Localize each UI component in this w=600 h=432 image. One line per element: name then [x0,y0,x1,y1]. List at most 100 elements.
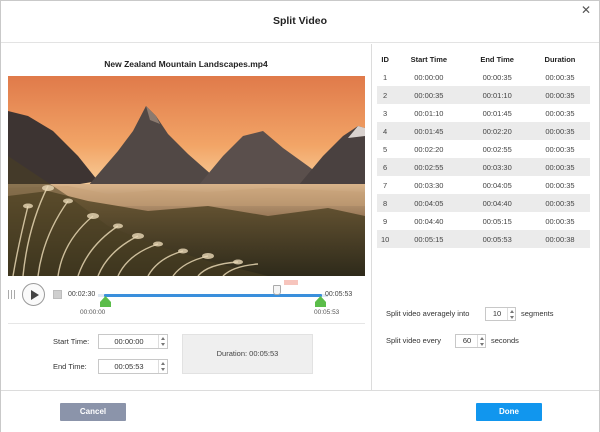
chevron-up-icon[interactable] [161,337,165,340]
end-time-value: 00:05:53 [114,362,144,371]
table-row[interactable]: 9 00:04:40 00:05:15 00:00:35 [377,212,590,230]
segment-end: 00:01:10 [464,86,530,104]
end-time-stepper[interactable] [158,360,167,373]
chevron-down-icon[interactable] [509,315,514,319]
split-every-label: Split video every [386,336,442,345]
cancel-button[interactable]: Cancel [60,403,126,421]
selected-range[interactable] [104,294,322,297]
segments-table: ID Start Time End Time Duration 1 00:00:0… [377,51,590,248]
start-time-value: 00:00:00 [114,337,144,346]
segments-count-input[interactable]: 10 [485,307,516,321]
segment-id: 2 [377,86,394,104]
total-time: 00:05:53 [325,291,353,298]
table-row[interactable]: 2 00:00:35 00:01:10 00:00:35 [377,86,590,104]
segment-start: 00:04:40 [393,212,465,230]
segment-end: 00:04:40 [464,194,530,212]
segment-id: 4 [377,122,394,140]
play-icon [31,289,39,300]
drag-grip-icon [8,290,17,299]
col-id-header: ID [381,55,389,64]
segment-start: 00:00:35 [393,86,465,104]
title-bar: Split Video ✕ [1,1,599,43]
segment-duration: 00:00:35 [529,122,590,140]
segment-duration: 00:00:35 [529,194,590,212]
close-icon[interactable]: ✕ [579,3,593,17]
stop-button[interactable] [53,290,62,299]
end-time-input[interactable]: 00:05:53 [98,359,168,374]
segment-end: 00:00:35 [464,68,530,86]
split-average-label: Split video averagely into [386,309,470,318]
segment-start: 00:03:30 [393,176,465,194]
chevron-up-icon[interactable] [479,336,484,340]
table-row[interactable]: 3 00:01:10 00:01:45 00:00:35 [377,104,590,122]
chevron-down-icon[interactable] [479,342,484,346]
segment-start: 00:01:45 [393,122,465,140]
play-button[interactable] [22,283,45,306]
start-time-input[interactable]: 00:00:00 [98,334,168,349]
range-end-label: 00:05:53 [314,309,340,316]
segment-id: 6 [377,158,394,176]
segment-duration: 00:00:35 [529,68,590,86]
segment-end: 00:05:53 [464,230,530,248]
col-end-header: End Time [480,55,514,64]
segment-duration: 00:00:35 [529,158,590,176]
chevron-up-icon[interactable] [509,309,514,313]
segment-id: 5 [377,140,394,158]
table-row[interactable]: 7 00:03:30 00:04:05 00:00:35 [377,176,590,194]
segment-start: 00:02:20 [393,140,465,158]
segment-duration: 00:00:35 [529,104,590,122]
table-row[interactable]: 4 00:01:45 00:02:20 00:00:35 [377,122,590,140]
seconds-stepper[interactable] [477,335,485,347]
segments-count-value: 10 [492,309,502,318]
table-row[interactable]: 1 00:00:00 00:00:35 00:00:35 [377,68,590,86]
table-row[interactable]: 5 00:02:20 00:02:55 00:00:35 [377,140,590,158]
video-preview[interactable] [8,76,365,276]
segment-duration: 00:00:35 [529,140,590,158]
playback-controls: 00:02:30 00:05:53 00:00:00 00:05:53 [1,280,371,322]
chevron-down-icon[interactable] [161,368,165,371]
chevron-up-icon[interactable] [161,362,165,365]
duration-display: Duration: 00:05:53 [182,334,313,374]
table-row[interactable]: 8 00:04:05 00:04:40 00:00:35 [377,194,590,212]
divider [8,323,365,324]
segment-start: 00:01:10 [393,104,465,122]
range-start-handle[interactable] [100,296,111,307]
segment-start: 00:00:00 [393,68,465,86]
table-row[interactable]: 10 00:05:15 00:05:53 00:00:38 [377,230,590,248]
segment-end: 00:02:55 [464,140,530,158]
file-name: New Zealand Mountain Landscapes.mp4 [104,59,268,69]
seconds-input[interactable]: 60 [455,334,486,348]
current-time: 00:02:30 [68,291,96,298]
end-time-label: End Time: [53,362,87,371]
seconds-value: 60 [462,336,472,345]
segment-end: 00:01:45 [464,104,530,122]
split-marker [284,280,298,285]
done-button[interactable]: Done [476,403,542,421]
segment-id: 8 [377,194,394,212]
col-duration-header: Duration [544,55,576,64]
segment-id: 9 [377,212,394,230]
dialog-title: Split Video [272,15,328,27]
start-time-label: Start Time: [53,337,90,346]
segment-id: 1 [377,68,394,86]
split-video-dialog: Split Video ✕ New Zealand Mountain Lands… [0,0,600,432]
table-header-row: ID Start Time End Time Duration [377,51,590,68]
segment-duration: 00:00:35 [529,176,590,194]
segment-end: 00:02:20 [464,122,530,140]
dialog-footer: Cancel Done [1,390,599,432]
segment-start: 00:05:15 [393,230,465,248]
landscape-frame-image [8,76,365,276]
table-row[interactable]: 6 00:02:55 00:03:30 00:00:35 [377,158,590,176]
chevron-down-icon[interactable] [161,343,165,346]
segment-id: 10 [377,230,394,248]
playhead[interactable] [273,285,281,295]
seconds-unit: seconds [491,336,519,345]
range-start-label: 00:00:00 [80,309,106,316]
segment-id: 7 [377,176,394,194]
start-time-stepper[interactable] [158,335,167,348]
segment-end: 00:05:15 [464,212,530,230]
segments-unit: segments [521,309,554,318]
segment-end: 00:04:05 [464,176,530,194]
segment-start: 00:04:05 [393,194,465,212]
segments-count-stepper[interactable] [507,308,515,320]
